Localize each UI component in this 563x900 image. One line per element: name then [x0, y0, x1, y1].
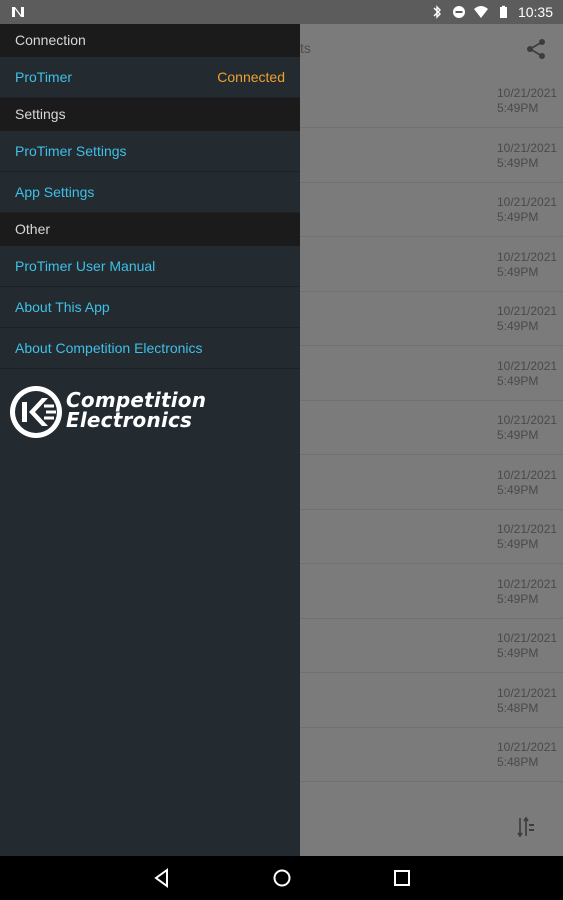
recents-icon[interactable] — [392, 868, 412, 888]
result-timestamp: 10/21/2021 5:49PM — [497, 413, 558, 443]
app-bar-title: ts — [300, 40, 311, 56]
home-icon[interactable] — [272, 868, 292, 888]
battery-icon — [499, 5, 507, 18]
result-time: 5:48PM — [497, 700, 539, 715]
result-time: 5:49PM — [497, 155, 539, 170]
section-header-connection: Connection — [0, 24, 300, 57]
logo-text: Competition Electronics — [66, 390, 206, 430]
drawer-item-protimer[interactable]: ProTimer Connected — [0, 57, 300, 98]
result-date: 10/21/2021 — [497, 740, 558, 754]
n-icon — [12, 7, 24, 17]
result-timestamp: 10/21/2021 5:49PM — [497, 86, 558, 116]
drawer-item-app-settings[interactable]: App Settings — [0, 172, 300, 213]
result-timestamp: 10/21/2021 5:49PM — [497, 140, 558, 171]
result-time: 5:49PM — [497, 482, 539, 497]
bluetooth-icon — [433, 5, 441, 19]
navigation-drawer: Connection ProTimer Connected Settings P… — [0, 24, 300, 856]
result-timestamp: 10/21/2021 5:49PM — [497, 467, 558, 498]
result-time: 5:49PM — [497, 591, 539, 606]
competition-electronics-logo: Competition Electronics — [8, 384, 248, 440]
result-date: 10/21/2021 — [497, 631, 558, 645]
result-date: 10/21/2021 — [497, 304, 558, 318]
result-date: 10/21/2021 — [497, 522, 558, 536]
drawer-item-protimer-settings[interactable]: ProTimer Settings — [0, 131, 300, 172]
result-time: 5:49PM — [497, 373, 539, 388]
back-icon[interactable] — [152, 868, 172, 888]
do-not-disturb-icon — [452, 6, 465, 18]
result-time: 5:49PM — [497, 646, 539, 660]
section-header-settings: Settings — [0, 98, 300, 131]
drawer-item-label: About This App — [15, 299, 110, 315]
share-icon[interactable] — [525, 38, 547, 60]
result-timestamp: 10/21/2021 5:49PM — [497, 304, 558, 334]
result-time: 5:49PM — [497, 264, 539, 279]
result-time: 5:48PM — [497, 755, 539, 769]
drawer-item-label: ProTimer User Manual — [15, 258, 156, 274]
result-time: 5:49PM — [497, 319, 539, 333]
drawer-item-about-app[interactable]: About This App — [0, 287, 300, 328]
result-timestamp: 10/21/2021 5:48PM — [497, 685, 558, 716]
result-date: 10/21/2021 — [497, 413, 558, 427]
result-date: 10/21/2021 — [497, 685, 558, 700]
result-time: 5:49PM — [497, 101, 539, 115]
status-time: 10:35 — [517, 4, 553, 20]
result-timestamp: 10/21/2021 5:49PM — [497, 631, 558, 661]
connection-status-badge: Connected — [217, 69, 285, 85]
result-time: 5:49PM — [497, 210, 539, 224]
status-bar: 10:35 — [0, 0, 563, 24]
result-timestamp: 10/21/2021 5:49PM — [497, 522, 558, 552]
logo-line-2: Electronics — [66, 408, 193, 432]
drawer-item-about-ce[interactable]: About Competition Electronics — [0, 328, 300, 369]
result-timestamp: 10/21/2021 5:49PM — [497, 358, 558, 389]
ce-logo-icon — [10, 386, 62, 438]
result-date: 10/21/2021 — [497, 358, 558, 373]
result-timestamp: 10/21/2021 5:49PM — [497, 249, 558, 280]
result-timestamp: 10/21/2021 5:49PM — [497, 576, 558, 607]
result-date: 10/21/2021 — [497, 249, 558, 264]
result-date: 10/21/2021 — [497, 195, 558, 209]
result-date: 10/21/2021 — [497, 576, 558, 591]
logo-line-1: Competition — [66, 388, 207, 412]
drawer-item-label: About Competition Electronics — [15, 340, 203, 356]
result-timestamp: 10/21/2021 5:48PM — [497, 740, 558, 770]
drawer-item-label: ProTimer Settings — [15, 143, 127, 159]
result-time: 5:49PM — [497, 428, 539, 442]
result-date: 10/21/2021 — [497, 467, 558, 482]
result-timestamp: 10/21/2021 5:49PM — [497, 195, 558, 225]
drawer-item-user-manual[interactable]: ProTimer User Manual — [0, 246, 300, 287]
section-header-other: Other — [0, 213, 300, 246]
result-date: 10/21/2021 — [497, 86, 558, 100]
drawer-item-label: App Settings — [15, 184, 95, 200]
drawer-item-label: ProTimer — [15, 69, 73, 85]
result-time: 5:49PM — [497, 537, 539, 551]
system-nav-bar — [0, 856, 563, 900]
wifi-icon — [473, 6, 488, 18]
result-date: 10/21/2021 — [497, 140, 558, 155]
sort-filter-icon[interactable] — [517, 816, 535, 838]
